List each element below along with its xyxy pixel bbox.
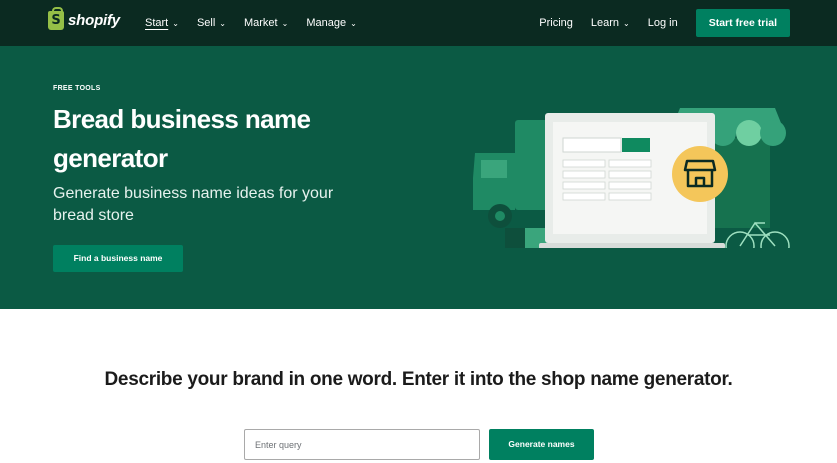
menu-item-manage[interactable]: Manage ⌄ [306,17,356,29]
generator-headline: Describe your brand in one word. Enter i… [104,369,733,390]
chevron-down-icon: ⌄ [172,18,179,28]
chevron-down-icon: ⌄ [623,18,630,28]
hero-illustration [473,108,790,248]
learn-menu[interactable]: Learn ⌄ [591,17,630,29]
start-free-trial-button[interactable]: Start free trial [695,9,790,37]
top-navigation: S shopify Start ⌄ Sell ⌄ Market ⌄ Manage… [0,0,837,46]
pricing-link[interactable]: Pricing [539,17,573,29]
hero-section: FREE TOOLS Bread business name generator… [0,46,837,309]
menu-item-start[interactable]: Start ⌄ [145,17,179,29]
shopping-bag-icon: S [48,7,64,30]
query-input[interactable] [244,429,480,460]
menu-item-label: Market [243,17,278,29]
page-title: Bread business name generator [53,104,311,173]
chevron-down-icon: ⌄ [219,18,226,28]
laptop-icon [539,113,728,248]
menu-item-market[interactable]: Market ⌄ [244,17,288,29]
chevron-down-icon: ⌄ [281,18,289,28]
menu-item-label: Start [145,17,169,29]
shopify-logo[interactable]: S shopify [48,7,120,30]
menu-item-label: Manage [306,17,347,29]
logo-wordmark: shopify [68,12,120,29]
main-menu: Start ⌄ Sell ⌄ Market ⌄ Manage ⌄ [145,0,357,46]
menu-item-label: Sell [196,17,216,29]
menu-item-sell[interactable]: Sell ⌄ [197,17,226,29]
login-link[interactable]: Log in [648,17,678,29]
chevron-down-icon: ⌄ [350,18,357,28]
right-menu: Pricing Learn ⌄ Log in Start free trial [539,0,790,46]
find-business-name-button[interactable]: Find a business name [53,245,183,272]
hero-subtitle: Generate business name ideas for your br… [53,185,334,224]
learn-label: Learn [590,17,620,29]
eyebrow-label: FREE TOOLS [53,85,101,92]
generate-names-button[interactable]: Generate names [489,429,594,460]
